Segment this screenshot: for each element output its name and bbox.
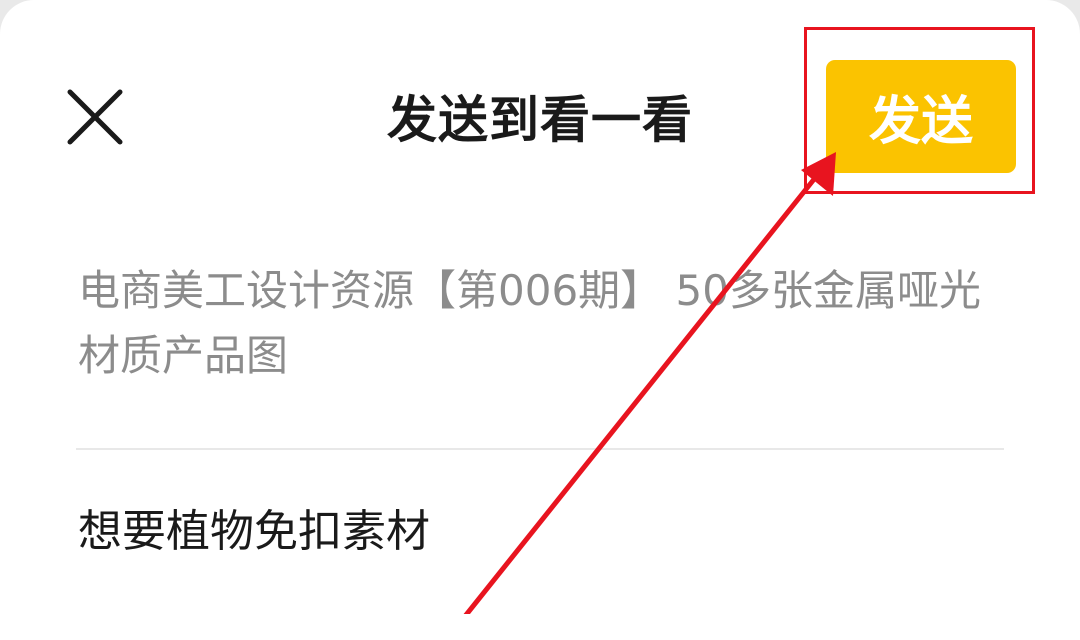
send-button[interactable]: 发送: [826, 60, 1016, 173]
divider: [76, 448, 1004, 450]
share-sheet: 发送到看一看 发送 电商美工设计资源【第006期】 50多张金属哑光材质产品图 …: [0, 0, 1080, 640]
comment-input[interactable]: 想要植物免扣素材: [78, 502, 430, 562]
shared-post-caption: 电商美工设计资源【第006期】 50多张金属哑光材质产品图: [78, 266, 981, 380]
